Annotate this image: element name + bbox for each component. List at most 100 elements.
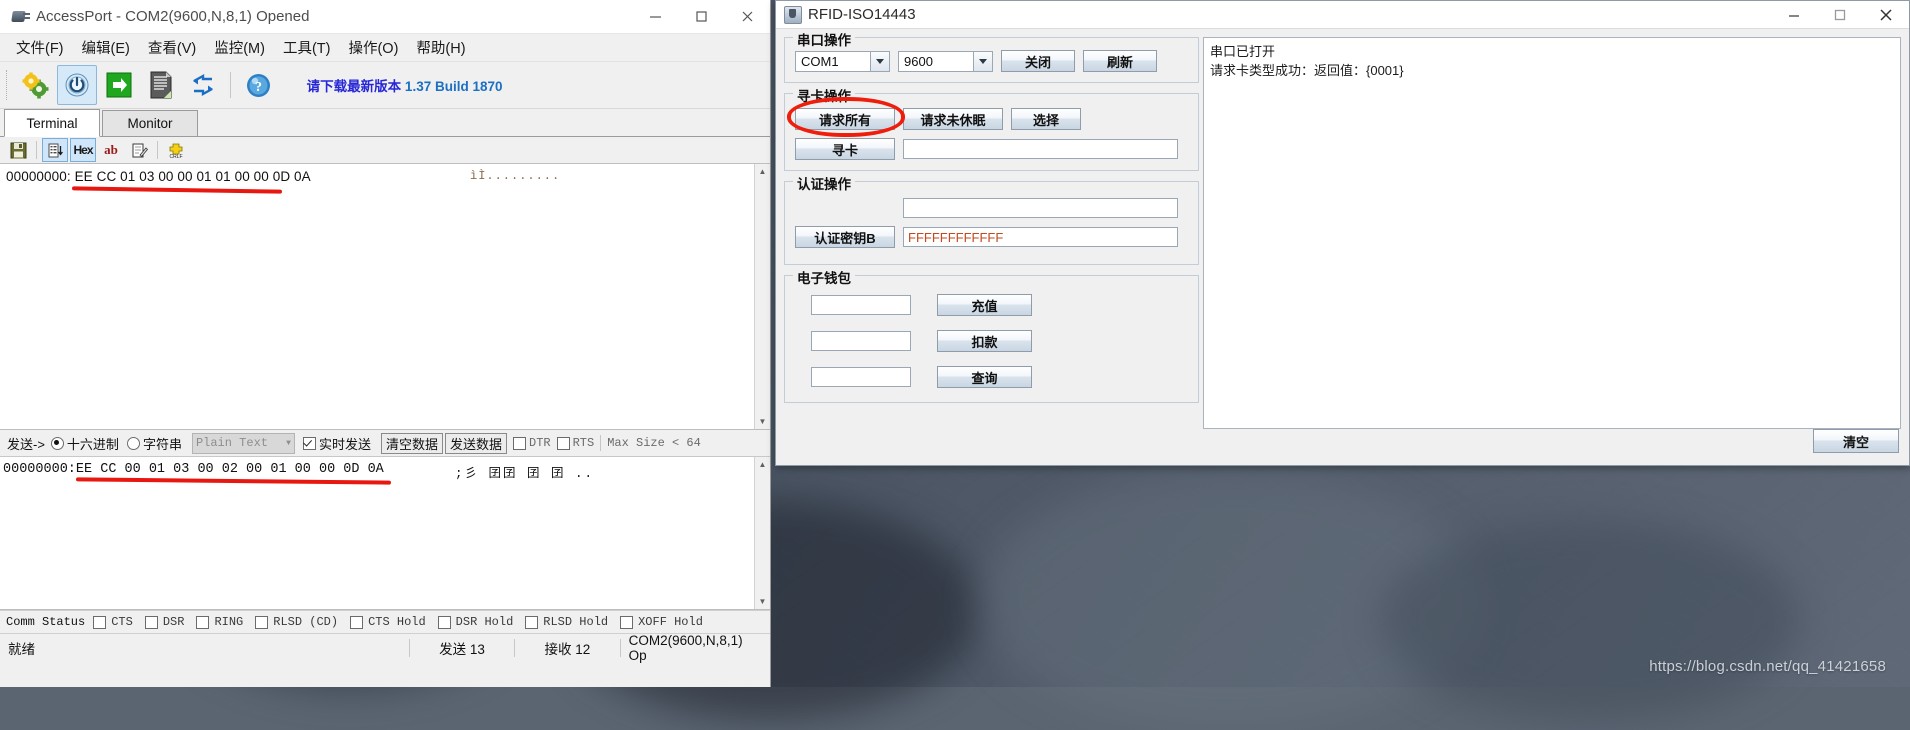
baud-rate-value: 9600 — [904, 53, 933, 69]
menu-item-tools[interactable]: 工具(T) — [274, 34, 340, 61]
receive-scrollbar[interactable]: ▲ ▼ — [754, 164, 770, 429]
refresh-arrows-icon[interactable] — [183, 65, 223, 105]
checkbox-dtr[interactable]: DTR — [509, 436, 551, 450]
auth-block-input[interactable] — [903, 198, 1178, 218]
serial-row: COM1 9600 关闭 刷新 — [795, 50, 1188, 72]
comm-signal-rlsd-hold[interactable]: RLSD Hold — [523, 615, 618, 629]
accessport-titlebar: AccessPort - COM2(9600,N,8,1) Opened — [0, 0, 770, 34]
rlsd-label: RLSD (CD) — [273, 615, 339, 629]
menu-item-view[interactable]: 查看(V) — [139, 34, 205, 61]
send-hex-bytes: EE CC 00 01 03 00 02 00 01 00 00 0D 0A — [75, 462, 384, 477]
close-port-button[interactable]: 关闭 — [1001, 50, 1075, 72]
baud-rate-select[interactable]: 9600 — [898, 50, 993, 72]
clear-data-button[interactable]: 清空数据 — [380, 432, 443, 454]
toolbar-grip[interactable] — [6, 70, 12, 100]
scroll-up-icon[interactable]: ▲ — [755, 164, 770, 179]
send-arrow-icon[interactable] — [99, 65, 139, 105]
auth-key-b-button[interactable]: 认证密钥B — [795, 226, 895, 248]
scroll-down-icon[interactable]: ▼ — [755, 414, 770, 429]
ring-label: RING — [214, 615, 244, 629]
help-question-icon[interactable]: ? — [238, 65, 278, 105]
update-notice[interactable]: 请下载最新版本 1.37 Build 1870 — [307, 75, 503, 95]
find-card-input[interactable] — [903, 139, 1178, 159]
accessport-window-controls — [632, 0, 770, 33]
recharge-amount-input[interactable] — [811, 295, 911, 315]
find-card-row: 寻卡 — [795, 138, 1188, 160]
rfid-log-panel[interactable]: 串口已打开 请求卡类型成功：返回值：{0001} — [1203, 37, 1901, 429]
auth-key-input[interactable]: FFFFFFFFFFFF — [903, 227, 1178, 247]
comm-signal-dsr[interactable]: DSR — [143, 615, 195, 629]
checkbox-realtime-send[interactable]: 实时发送 — [297, 434, 379, 453]
receive-hex-pane[interactable]: 00000000: EE CC 01 03 00 00 01 01 00 00 … — [0, 164, 770, 430]
menu-item-file[interactable]: 文件(F) — [7, 34, 73, 61]
request-all-button[interactable]: 请求所有 — [795, 108, 895, 130]
log-line: 串口已打开 — [1210, 44, 1276, 59]
comm-signal-dsr-hold[interactable]: DSR Hold — [436, 615, 524, 629]
auth-operation-group: 认证操作 认证密钥B FFFFFFFFFFFF — [784, 173, 1199, 265]
cts-hold-label: CTS Hold — [368, 615, 426, 629]
list-down-icon[interactable] — [42, 138, 68, 162]
deduct-amount-input[interactable] — [811, 331, 911, 351]
send-data-button[interactable]: 发送数据 — [444, 432, 507, 454]
accessport-menubar: 文件(F) 编辑(E) 查看(V) 监控(M) 工具(T) 操作(O) 帮助(H… — [0, 34, 770, 62]
scroll-up-icon[interactable]: ▲ — [755, 457, 770, 472]
chevron-down-icon — [870, 51, 889, 71]
menu-item-edit[interactable]: 编辑(E) — [73, 34, 139, 61]
power-toggle-icon[interactable] — [57, 65, 97, 105]
checkbox-rts[interactable]: RTS — [553, 436, 594, 450]
send-scrollbar[interactable]: ▲ ▼ — [754, 457, 770, 609]
rlsd-hold-indicator — [525, 615, 539, 629]
tab-terminal[interactable]: Terminal — [4, 109, 100, 137]
refresh-port-button[interactable]: 刷新 — [1083, 50, 1157, 72]
dtr-checkbox-indicator — [513, 436, 526, 450]
wallet-group: 电子钱包 充值 扣款 查询 — [784, 267, 1199, 403]
send-hex-pane[interactable]: 00000000:EE CC 00 01 03 00 02 00 01 00 0… — [0, 457, 770, 610]
dtr-label: DTR — [529, 436, 551, 450]
deduct-button[interactable]: 扣款 — [937, 330, 1032, 352]
format-combo[interactable]: Plain Text ▼ — [191, 432, 295, 454]
comm-signal-cts-hold[interactable]: CTS Hold — [348, 615, 436, 629]
chevron-down-icon: ▼ — [286, 438, 291, 448]
clear-log-button[interactable]: 清空 — [1813, 429, 1899, 453]
rlsd-hold-label: RLSD Hold — [543, 615, 609, 629]
settings-gears-icon[interactable] — [15, 65, 55, 105]
comm-signal-rlsd[interactable]: RLSD (CD) — [253, 615, 348, 629]
update-notice-text: 请下载最新版本 — [306, 79, 402, 94]
query-button[interactable]: 查询 — [937, 366, 1032, 388]
find-card-button[interactable]: 寻卡 — [795, 138, 895, 160]
menu-item-monitor[interactable]: 监控(M) — [205, 34, 274, 61]
select-card-button[interactable]: 选择 — [1011, 108, 1081, 130]
close-icon[interactable] — [1863, 1, 1909, 28]
menu-item-operation[interactable]: 操作(O) — [339, 34, 407, 61]
recharge-button[interactable]: 充值 — [937, 294, 1032, 316]
scroll-down-icon[interactable]: ▼ — [755, 594, 770, 609]
minimize-icon[interactable] — [632, 0, 678, 33]
radio-string-mode[interactable]: 字符串 — [126, 434, 190, 453]
minimize-icon[interactable] — [1771, 1, 1817, 28]
crlf-icon[interactable]: CRLF — [163, 138, 189, 162]
com-port-select[interactable]: COM1 — [795, 50, 890, 72]
menu-item-help[interactable]: 帮助(H) — [407, 34, 474, 61]
save-disk-icon[interactable] — [5, 138, 31, 162]
auth-group-legend: 认证操作 — [793, 173, 855, 193]
radio-string-label: 字符串 — [142, 436, 182, 452]
radio-string-indicator — [126, 436, 140, 450]
close-icon[interactable] — [724, 0, 770, 33]
edit-note-icon[interactable] — [126, 138, 152, 162]
maximize-icon[interactable] — [1817, 1, 1863, 28]
maximize-icon[interactable] — [678, 0, 724, 33]
wallet-row: 充值 — [795, 294, 1188, 316]
ab-text-icon[interactable]: ab — [98, 138, 124, 162]
comm-signal-xoff-hold[interactable]: XOFF Hold — [618, 615, 713, 629]
tab-monitor[interactable]: Monitor — [102, 110, 198, 136]
svg-text:CRLF: CRLF — [169, 154, 182, 159]
ring-indicator — [196, 615, 210, 629]
hex-icon[interactable]: Hex — [70, 138, 96, 162]
send-toolbar-separator — [600, 435, 602, 451]
query-amount-input[interactable] — [811, 367, 911, 387]
comm-signal-cts[interactable]: CTS — [91, 615, 143, 629]
document-icon[interactable] — [141, 65, 181, 105]
comm-signal-ring[interactable]: RING — [194, 615, 253, 629]
radio-hex-mode[interactable]: 十六进制 — [50, 434, 125, 453]
request-awake-button[interactable]: 请求未休眠 — [903, 108, 1003, 130]
